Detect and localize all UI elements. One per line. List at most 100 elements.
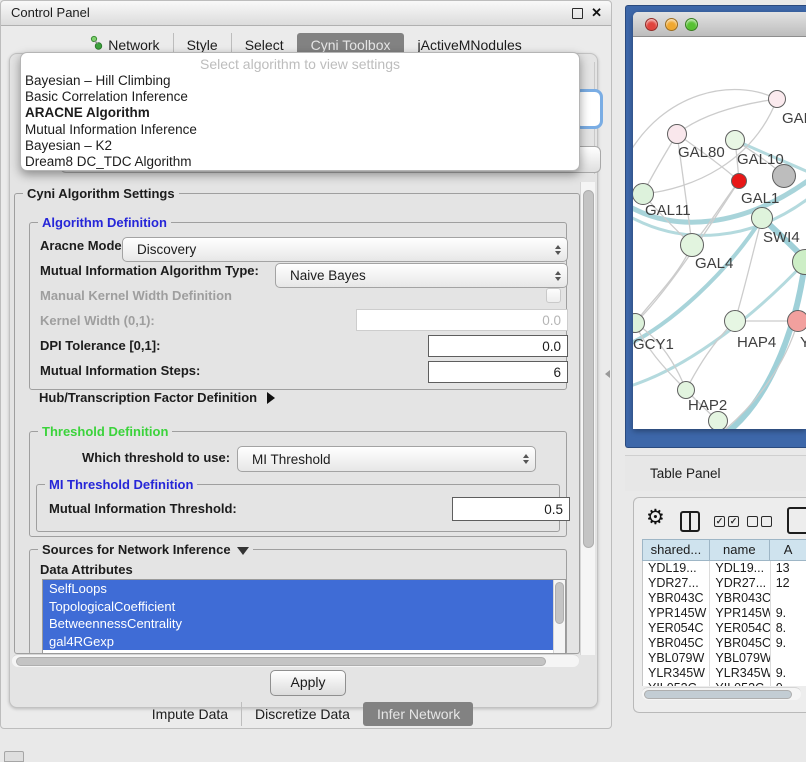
table-cell: YLR345W — [710, 666, 770, 681]
mi-type-label: Mutual Information Algorithm Type: — [40, 263, 259, 278]
mi-threshold-group-title: MI Threshold Definition — [45, 477, 197, 492]
table-row[interactable]: YBR045CYBR045C9. — [643, 636, 806, 651]
table-header-row: shared...nameA — [642, 539, 806, 561]
network-canvas[interactable]: GALGAL80GAL10GAL1GAL11SWI4GAL4GCY1HAP4YH… — [633, 37, 806, 429]
table-cell: YER054C — [710, 621, 770, 636]
table-cell: 0. — [771, 681, 806, 686]
splitter-handle-icon[interactable] — [605, 370, 610, 378]
float-window-icon[interactable] — [572, 8, 583, 19]
attribute-item-gal4rgexp[interactable]: gal4RGexp — [43, 633, 558, 651]
column-header-a[interactable]: A — [770, 540, 806, 560]
bottom-tab-infer-network[interactable]: Infer Network — [363, 702, 473, 726]
list-scrollbar-thumb[interactable] — [555, 582, 564, 624]
attribute-item-topologicalcoefficient[interactable]: TopologicalCoefficient — [43, 598, 558, 616]
bottom-tab-discretize-data-label: Discretize Data — [255, 702, 350, 726]
table-row[interactable]: YER054CYER054C8. — [643, 621, 806, 636]
node-label-gal10: GAL10 — [737, 151, 784, 168]
algorithm-option-bayesian-hill-climbing[interactable]: Bayesian – Hill Climbing — [21, 73, 579, 89]
network-window-frame: GALGAL80GAL10GAL1GAL11SWI4GAL4GCY1HAP4YH… — [625, 5, 806, 448]
mac-minimize-button[interactable] — [665, 18, 678, 31]
algorithm-definition-group: Algorithm Definition Aracne Mode: Discov… — [29, 222, 567, 390]
network-node[interactable] — [787, 310, 806, 332]
algorithm-option-dream8-dc-tdc-algorithm[interactable]: Dream8 DC_TDC Algorithm — [21, 154, 579, 170]
network-node[interactable] — [751, 207, 773, 229]
sources-group-title: Sources for Network Inference — [42, 542, 231, 557]
mac-zoom-button[interactable] — [685, 18, 698, 31]
mi-steps-input[interactable]: 6 — [428, 361, 568, 383]
table-row[interactable]: YDL19...YDL19...13 — [643, 561, 806, 576]
aracne-mode-combo[interactable]: Discovery — [122, 237, 568, 262]
network-node[interactable] — [667, 124, 687, 144]
settings-horizontal-scrollbar[interactable] — [12, 654, 579, 667]
network-node[interactable] — [731, 173, 747, 189]
node-label-hap4: HAP4 — [737, 334, 776, 351]
bottom-tab-discretize-data[interactable]: Discretize Data — [241, 702, 363, 726]
settings-horizontal-scrollbar-thumb[interactable] — [16, 657, 546, 666]
algorithm-dropdown[interactable]: Select algorithm to view settings Bayesi… — [20, 52, 580, 171]
settings-vertical-scrollbar[interactable] — [580, 182, 595, 655]
node-label-swi4: SWI4 — [763, 229, 800, 246]
cyni-bottom-tabs: Impute Data Discretize Data Infer Network — [1, 702, 611, 726]
collapse-down-icon — [237, 547, 249, 555]
table-horizontal-scrollbar[interactable] — [642, 687, 801, 700]
deselect-all-icon[interactable] — [747, 516, 772, 527]
column-header-shared-[interactable]: shared... — [643, 540, 710, 560]
table-row[interactable]: YDR27...YDR27...12 — [643, 576, 806, 591]
manual-kernel-checkbox[interactable] — [546, 288, 561, 303]
table-cell: YIL052C — [710, 681, 770, 686]
document-icon[interactable] — [787, 507, 806, 534]
table-row[interactable]: YIL052CYIL052C0. — [643, 681, 806, 686]
checked-box-icon: ✓ — [714, 516, 725, 527]
table-horizontal-scrollbar-thumb[interactable] — [644, 690, 792, 699]
settings-vertical-scrollbar-thumb[interactable] — [583, 190, 594, 548]
network-window-titlebar[interactable] — [633, 12, 806, 37]
network-node[interactable] — [768, 90, 786, 108]
which-threshold-label: Which threshold to use: — [82, 450, 230, 465]
algorithm-option-aracne-algorithm[interactable]: ARACNE Algorithm — [21, 105, 579, 121]
which-threshold-combo[interactable]: MI Threshold — [237, 446, 536, 472]
column-header-name[interactable]: name — [710, 540, 770, 560]
table-cell: YIL052C — [643, 681, 710, 686]
table-cell — [771, 651, 806, 666]
mi-type-combo[interactable]: Naive Bayes — [275, 263, 568, 288]
algorithm-dropdown-placeholder: Select algorithm to view settings — [21, 53, 579, 73]
mi-threshold-value: 0.5 — [544, 502, 563, 517]
table-cell: YBR045C — [710, 636, 770, 651]
split-columns-icon[interactable] — [680, 511, 700, 532]
gear-icon[interactable]: ⚙ — [646, 505, 665, 530]
algorithm-option-basic-correlation-inference[interactable]: Basic Correlation Inference — [21, 89, 579, 105]
table-cell — [771, 591, 806, 606]
sources-group-toggle[interactable]: Sources for Network Inference — [38, 542, 253, 557]
attribute-item-selfloops[interactable]: SelfLoops — [43, 580, 558, 598]
algorithm-option-mutual-information-inference[interactable]: Mutual Information Inference — [21, 122, 579, 138]
table-cell: 9. — [771, 606, 806, 621]
list-scrollbar[interactable] — [553, 580, 565, 653]
table-row[interactable]: YBL079WYBL079W — [643, 651, 806, 666]
network-node[interactable] — [724, 310, 746, 332]
select-all-icon[interactable]: ✓ ✓ — [714, 516, 739, 527]
collapsed-panel-icon[interactable] — [4, 751, 24, 762]
algorithm-definition-title: Algorithm Definition — [38, 215, 171, 230]
data-attributes-list[interactable]: SelfLoopsTopologicalCoefficientBetweenne… — [42, 579, 566, 654]
bottom-tab-impute-data[interactable]: Impute Data — [139, 702, 241, 726]
network-node[interactable] — [725, 130, 745, 150]
close-icon[interactable]: ✕ — [591, 1, 602, 25]
table-row[interactable]: YBR043CYBR043C — [643, 591, 806, 606]
table-row[interactable]: YPR145WYPR145W9. — [643, 606, 806, 621]
network-node[interactable] — [680, 233, 704, 257]
table-cell: YBR045C — [643, 636, 710, 651]
table-body: YDL19...YDL19...13YDR27...YDR27...12YBR0… — [642, 561, 806, 686]
algorithm-option-bayesian-k2[interactable]: Bayesian – K2 — [21, 138, 579, 154]
attribute-item-betweennesscentrality[interactable]: BetweennessCentrality — [43, 615, 558, 633]
table-row[interactable]: YLR345WYLR345W9. — [643, 666, 806, 681]
aracne-mode-label: Aracne Mode: — [40, 238, 126, 253]
mi-steps-value: 6 — [553, 365, 561, 380]
apply-button[interactable]: Apply — [270, 670, 346, 696]
mac-close-button[interactable] — [645, 18, 658, 31]
dpi-tolerance-input[interactable]: 0.0 — [428, 335, 568, 357]
mi-threshold-input[interactable]: 0.5 — [452, 497, 570, 521]
kernel-width-input[interactable]: 0.0 — [356, 309, 568, 331]
mi-type-value: Naive Bayes — [276, 268, 366, 283]
hub-section-toggle[interactable]: Hub/Transcription Factor Definition — [39, 390, 275, 405]
control-panel-window: Control Panel ✕ NetworkStyleSelectCyni T… — [0, 0, 612, 729]
